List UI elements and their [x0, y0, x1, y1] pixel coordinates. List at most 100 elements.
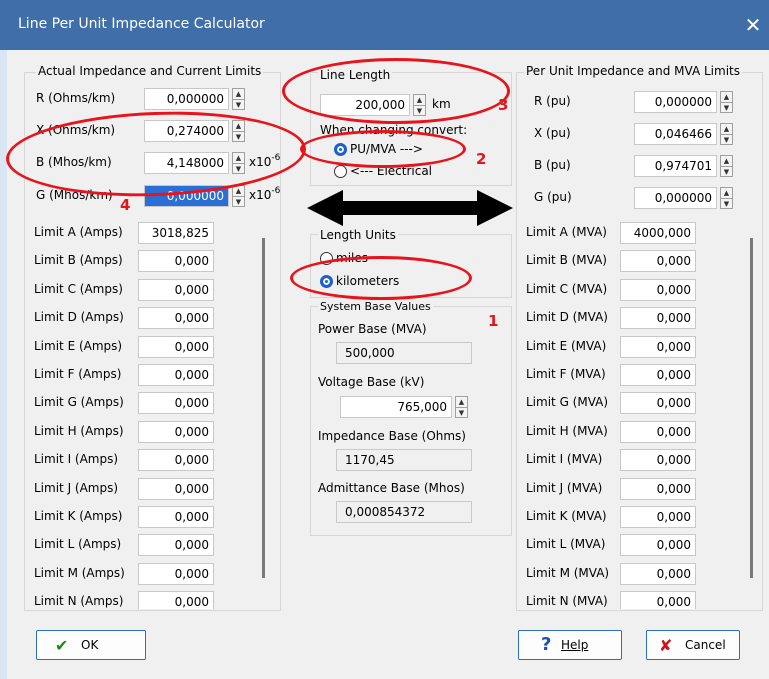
amps-limit-input[interactable]: 0,000 [138, 420, 214, 443]
window-title: Line Per Unit Impedance Calculator [18, 16, 265, 32]
voltage-base-spinner[interactable]: ▲ ▼ [455, 396, 468, 418]
amps-limit-input[interactable]: 0,000 [138, 506, 214, 528]
mva-limit-label: Limit E (MVA) [526, 338, 607, 353]
mva-limit-label: Limit F (MVA) [526, 367, 606, 381]
mva-limit-label: Limit K (MVA) [526, 509, 607, 523]
amps-limit-label: Limit G (Amps) [34, 395, 124, 410]
r-label: R (Ohms/km) [36, 91, 116, 105]
impedance-base-value: 1170,45 [336, 449, 472, 471]
amps-limit-label: Limit M (Amps) [34, 565, 125, 580]
mva-limit-input[interactable]: 0,000 [620, 449, 696, 472]
close-icon[interactable]: ✕ [740, 12, 766, 38]
mva-limit-label: Limit D (MVA) [526, 310, 608, 325]
mva-limit-label: Limit H (MVA) [526, 423, 608, 438]
annotation-number-1: 1 [488, 312, 499, 330]
mva-limit-input[interactable]: 0,000 [620, 335, 696, 358]
amps-limit-label: Limit B (Amps) [34, 253, 123, 268]
amps-limit-input[interactable]: 0,000 [138, 591, 214, 609]
g-pu-input[interactable]: 0,000000 [634, 187, 717, 209]
mva-limit-label: Limit G (MVA) [526, 395, 609, 410]
r-spinner[interactable]: ▲ ▼ [232, 88, 245, 110]
mva-limit-input[interactable]: 4000,000 [620, 222, 696, 244]
amps-limit-input[interactable]: 3018,825 [138, 222, 214, 244]
mva-limit-input[interactable]: 0,000 [620, 307, 696, 330]
double-arrow-icon [307, 190, 513, 226]
amps-limit-input[interactable]: 0,000 [138, 562, 214, 585]
r-pu-spinner[interactable]: ▲ ▼ [720, 91, 733, 113]
amps-limit-label: Limit D (Amps) [34, 310, 124, 325]
amps-limit-label: Limit J (Amps) [34, 480, 119, 495]
mva-limit-input[interactable]: 0,000 [620, 562, 696, 585]
amps-limit-label: Limit I (Amps) [34, 452, 119, 467]
annotation-number-2: 2 [476, 150, 487, 168]
amps-limit-input[interactable]: 0,000 [138, 392, 214, 415]
mva-limit-input[interactable]: 0,000 [620, 534, 696, 557]
amps-limit-label: Limit N (Amps) [34, 594, 124, 609]
amps-limit-label: Limit L (Amps) [34, 537, 122, 552]
amps-limit-label: Limit H (Amps) [34, 423, 124, 438]
mva-limit-label: Limit I (MVA) [526, 452, 603, 467]
amps-limit-input[interactable]: 0,000 [138, 534, 214, 557]
cancel-label: Cancel [685, 638, 726, 652]
amps-limit-label: Limit E (Amps) [34, 338, 123, 353]
mva-limit-input[interactable]: 0,000 [620, 392, 696, 415]
actual-group-title: Actual Impedance and Current Limits [36, 64, 264, 78]
mva-limits-list[interactable]: Limit A (MVA) 4000,000 Limit B (MVA) 0,000 L… [520, 218, 756, 609]
help-label: Help [561, 638, 589, 652]
mva-limit-label: Limit M (MVA) [526, 565, 610, 580]
g-pu-spinner[interactable]: ▲ ▼ [720, 187, 733, 209]
window-left-edge [0, 50, 7, 679]
mva-limit-input[interactable]: 0,000 [620, 591, 696, 609]
amps-limits-list[interactable]: Limit A (Amps) 3018,825 Limit B (Amps) 0,00… [28, 218, 274, 609]
mva-limit-label: Limit L (MVA) [526, 537, 606, 552]
x-pu-label: X (pu) [534, 126, 571, 140]
x-pu-input[interactable]: 0,046466 [634, 123, 717, 145]
mva-limit-input[interactable]: 0,000 [620, 420, 696, 443]
amps-scrollbar[interactable] [262, 238, 265, 578]
cancel-button[interactable]: ✘ Cancel [646, 630, 740, 660]
mva-limit-input[interactable]: 0,000 [620, 278, 696, 301]
amps-limit-input[interactable]: 0,000 [138, 335, 214, 358]
r-input[interactable]: 0,000000 [144, 88, 229, 110]
perunit-group-title: Per Unit Impedance and MVA Limits [524, 64, 742, 78]
g-pu-label: G (pu) [534, 190, 572, 204]
annotation-number-3: 3 [498, 96, 509, 114]
mva-limit-input[interactable]: 0,000 [620, 364, 696, 386]
length-units-title: Length Units [318, 228, 398, 242]
annotation-ellipse-line-length [282, 58, 510, 124]
x-pu-spinner[interactable]: ▲ ▼ [720, 123, 733, 145]
help-button[interactable]: ? Help [518, 630, 622, 660]
b-pu-spinner[interactable]: ▲ ▼ [720, 155, 733, 177]
annotation-ellipse-pu-mva [300, 130, 466, 168]
admittance-base-label: Admittance Base (Mhos) [318, 481, 465, 495]
ok-button[interactable]: ✔ OK [36, 630, 146, 660]
mva-scrollbar[interactable] [750, 238, 753, 578]
mva-limit-label: Limit A (MVA) [526, 225, 607, 239]
amps-limit-input[interactable]: 0,000 [138, 477, 214, 500]
ok-label: OK [81, 638, 99, 652]
mva-limit-input[interactable]: 0,000 [620, 250, 696, 273]
mva-limit-label: Limit N (MVA) [526, 594, 608, 609]
amps-limit-input[interactable]: 0,000 [138, 250, 214, 273]
amps-limit-input[interactable]: 0,000 [138, 364, 214, 386]
r-pu-input[interactable]: 0,000000 [634, 91, 717, 113]
g-unit: x10-6 [249, 186, 281, 202]
amps-limit-label: Limit A (Amps) [34, 225, 123, 239]
amps-limit-input[interactable]: 0,000 [138, 278, 214, 301]
mva-limit-label: Limit B (MVA) [526, 253, 607, 268]
b-pu-input[interactable]: 0,974701 [634, 155, 717, 177]
mva-limit-input[interactable]: 0,000 [620, 506, 696, 528]
question-icon: ? [541, 634, 552, 655]
g-spinner[interactable]: ▲ ▼ [232, 185, 245, 207]
mva-limit-label: Limit C (MVA) [526, 281, 608, 296]
annotation-ellipse-kilometers [290, 256, 472, 300]
amps-limit-input[interactable]: 0,000 [138, 307, 214, 330]
admittance-base-value: 0,000854372 [336, 501, 472, 523]
mva-limit-input[interactable]: 0,000 [620, 477, 696, 500]
amps-limit-input[interactable]: 0,000 [138, 449, 214, 472]
power-base-value: 500,000 [336, 342, 472, 364]
amps-limit-label: Limit F (Amps) [34, 367, 122, 381]
voltage-base-input[interactable]: 765,000 [340, 396, 452, 418]
voltage-base-label: Voltage Base (kV) [318, 375, 425, 389]
electrical-radio[interactable] [334, 165, 347, 178]
